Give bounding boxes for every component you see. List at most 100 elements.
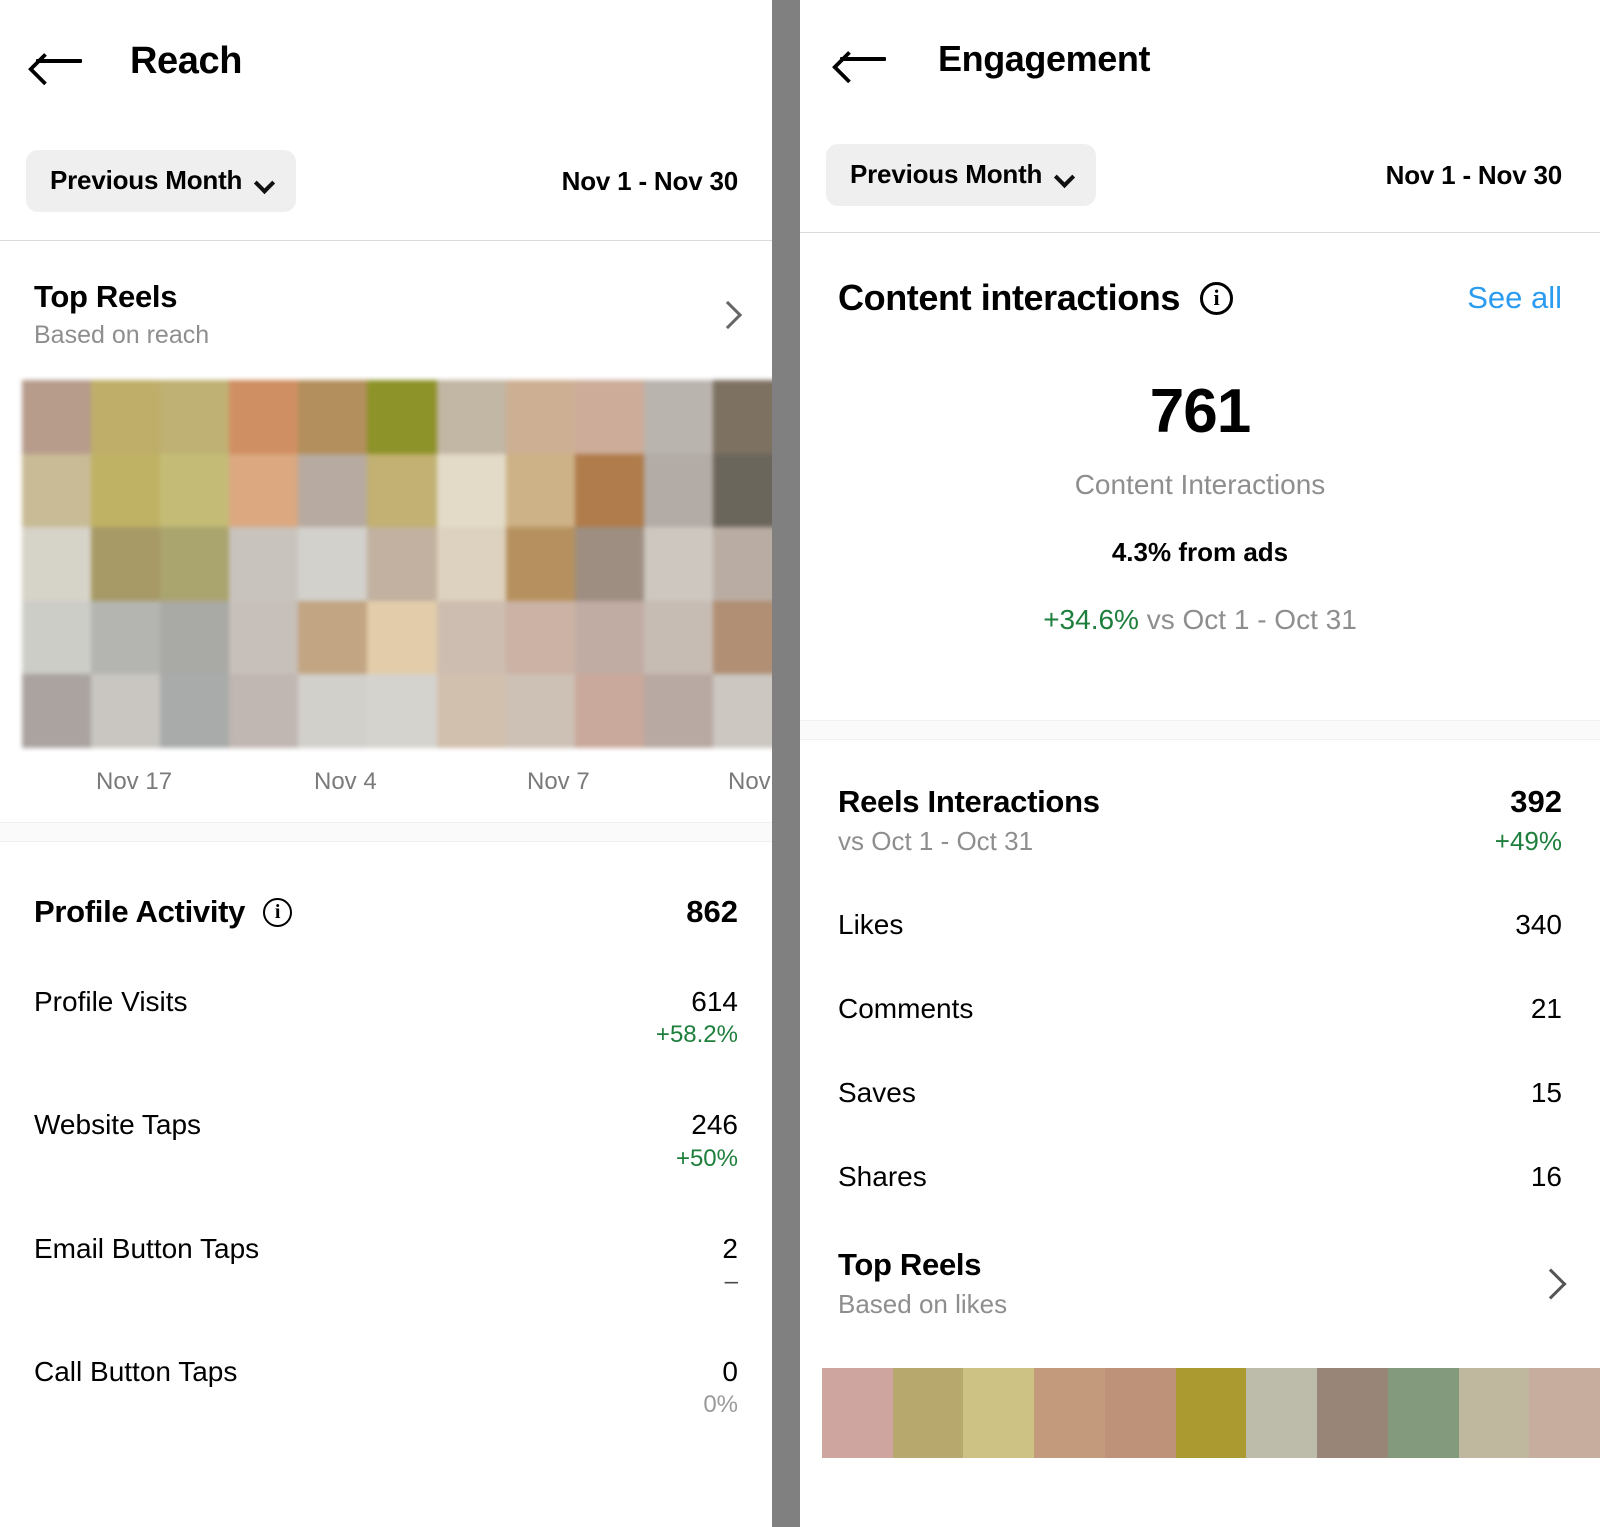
mosaic-cell bbox=[436, 380, 506, 454]
mosaic-cell bbox=[505, 453, 575, 528]
mosaic-cell bbox=[643, 380, 713, 454]
axis-tick-label: Nov 7 bbox=[527, 768, 590, 795]
reels-thumbnail-mosaic[interactable] bbox=[22, 380, 772, 748]
top-reels-subtitle: Based on reach bbox=[34, 321, 210, 349]
strip-thumbnail[interactable] bbox=[1317, 1368, 1388, 1458]
page-title: Engagement bbox=[938, 38, 1151, 79]
mosaic-cell bbox=[298, 527, 368, 601]
strip-thumbnail[interactable] bbox=[1529, 1368, 1600, 1458]
mosaic-cell bbox=[160, 674, 230, 748]
section-band bbox=[0, 822, 772, 842]
mosaic-cell bbox=[229, 380, 299, 454]
mosaic-cell bbox=[574, 380, 644, 454]
breakdown-row: Shares 16 bbox=[838, 1109, 1562, 1193]
mosaic-cell bbox=[298, 380, 368, 454]
strip-thumbnail[interactable] bbox=[1387, 1368, 1459, 1458]
breakdown-value: 15 bbox=[1530, 1077, 1562, 1108]
previous-month-dropdown[interactable]: Previous Month bbox=[826, 144, 1097, 206]
metric-value: 246 bbox=[691, 1109, 738, 1141]
strip-thumbnail[interactable] bbox=[1175, 1368, 1247, 1458]
back-arrow-icon[interactable] bbox=[838, 39, 890, 79]
chevron-down-icon bbox=[1056, 170, 1074, 180]
mosaic-cell bbox=[505, 674, 575, 748]
mosaic-cell bbox=[436, 527, 506, 601]
section-band bbox=[800, 720, 1600, 740]
previous-month-label: Previous Month bbox=[850, 159, 1043, 189]
metric-row: Website Taps 246 +50% bbox=[34, 1053, 738, 1176]
mosaic-cell bbox=[367, 527, 437, 601]
profile-activity-title: Profile Activity bbox=[34, 894, 246, 929]
strip-thumbnail[interactable] bbox=[1104, 1368, 1176, 1458]
panel-divider bbox=[772, 0, 800, 1527]
axis-tick-label: Nov 17 bbox=[96, 768, 173, 795]
top-reels-thumbnail-strip[interactable] bbox=[822, 1368, 1600, 1458]
profile-activity-total: 862 bbox=[686, 894, 738, 929]
mosaic-cell bbox=[436, 600, 506, 675]
reels-interactions-subtitle: vs Oct 1 - Oct 31 bbox=[838, 826, 1034, 856]
date-range-label: Nov 1 - Nov 30 bbox=[1385, 159, 1563, 190]
mosaic-cell bbox=[22, 674, 92, 748]
reach-panel: Reach Previous Month Nov 1 - Nov 30 Top … bbox=[0, 0, 772, 1527]
mosaic-cell bbox=[643, 600, 713, 675]
metric-values: 246 +50% bbox=[676, 1109, 738, 1176]
metric-label: Profile Visits bbox=[34, 986, 188, 1017]
top-reels-likes-section[interactable]: Top Reels Based on likes bbox=[800, 1193, 1600, 1320]
see-all-link[interactable]: See all bbox=[1467, 280, 1562, 316]
mosaic-cell bbox=[91, 674, 161, 748]
axis-tick-label: Nov 4 bbox=[314, 768, 377, 795]
content-interactions-comparison: +34.6% vs Oct 1 - Oct 31 bbox=[800, 604, 1600, 636]
mosaic-cell bbox=[505, 600, 575, 675]
reels-interactions-header: Reels Interactions vs Oct 1 - Oct 31 392… bbox=[800, 740, 1600, 857]
chevron-down-icon bbox=[256, 176, 274, 186]
chevron-right-icon bbox=[718, 297, 738, 333]
metric-delta: – bbox=[724, 1268, 738, 1296]
previous-month-dropdown[interactable]: Previous Month bbox=[26, 150, 297, 212]
reels-axis-labels: Nov 17 Nov 4 Nov 7 Nov bbox=[0, 748, 772, 822]
mosaic-cell bbox=[160, 527, 230, 601]
mosaic-cell bbox=[298, 600, 368, 675]
mosaic-cell bbox=[712, 527, 772, 601]
content-interactions-value: 761 bbox=[1149, 377, 1251, 446]
breakdown-label: Saves bbox=[838, 1077, 916, 1108]
strip-thumbnail[interactable] bbox=[963, 1368, 1035, 1458]
previous-month-label: Previous Month bbox=[50, 165, 243, 195]
chevron-right-icon bbox=[1540, 1264, 1562, 1304]
content-interactions-title: Content interactions bbox=[838, 277, 1181, 318]
mosaic-cell bbox=[574, 453, 644, 528]
back-arrow-icon[interactable] bbox=[34, 41, 86, 81]
strip-thumbnail[interactable] bbox=[1458, 1368, 1530, 1458]
metric-delta: +50% bbox=[675, 1144, 738, 1172]
metric-row: Call Button Taps 0 0% bbox=[34, 1300, 738, 1423]
mosaic-cell bbox=[160, 600, 230, 675]
info-icon[interactable]: i bbox=[1200, 281, 1234, 315]
mosaic-cell bbox=[574, 600, 644, 675]
metric-row: Profile Visits 614 +58.2% bbox=[34, 930, 738, 1053]
axis-tick-label: Nov bbox=[728, 768, 771, 795]
strip-thumbnail[interactable] bbox=[822, 1368, 893, 1458]
info-icon[interactable]: i bbox=[263, 897, 293, 927]
strip-thumbnail[interactable] bbox=[1246, 1368, 1318, 1458]
metric-values: 2– bbox=[722, 1233, 738, 1300]
metric-values: 614 +58.2% bbox=[656, 986, 738, 1053]
strip-thumbnail[interactable] bbox=[892, 1368, 964, 1458]
reach-date-filter-row: Previous Month Nov 1 - Nov 30 bbox=[0, 122, 772, 240]
breakdown-label: Comments bbox=[838, 993, 974, 1024]
mosaic-cell bbox=[712, 674, 772, 748]
mosaic-cell bbox=[229, 453, 299, 528]
mosaic-cell bbox=[367, 600, 437, 675]
mosaic-cell bbox=[367, 453, 437, 528]
metric-delta: 0% bbox=[703, 1391, 738, 1419]
strip-thumbnail[interactable] bbox=[1034, 1368, 1105, 1458]
metric-label: Email Button Taps bbox=[34, 1232, 260, 1264]
mosaic-cell bbox=[574, 527, 644, 601]
mosaic-cell bbox=[229, 527, 299, 601]
top-reels-strip-wrap bbox=[800, 1320, 1600, 1458]
mosaic-cell bbox=[643, 527, 713, 601]
metric-label: Call Button Taps bbox=[34, 1356, 238, 1388]
content-interactions-caption: Content Interactions bbox=[1074, 469, 1326, 500]
mosaic-cell bbox=[712, 380, 772, 454]
top-reels-reach-section[interactable]: Top Reels Based on reach bbox=[0, 241, 772, 380]
mosaic-cell bbox=[505, 380, 575, 454]
mosaic-cell bbox=[367, 380, 437, 454]
engagement-date-filter-row: Previous Month Nov 1 - Nov 30 bbox=[800, 118, 1600, 232]
